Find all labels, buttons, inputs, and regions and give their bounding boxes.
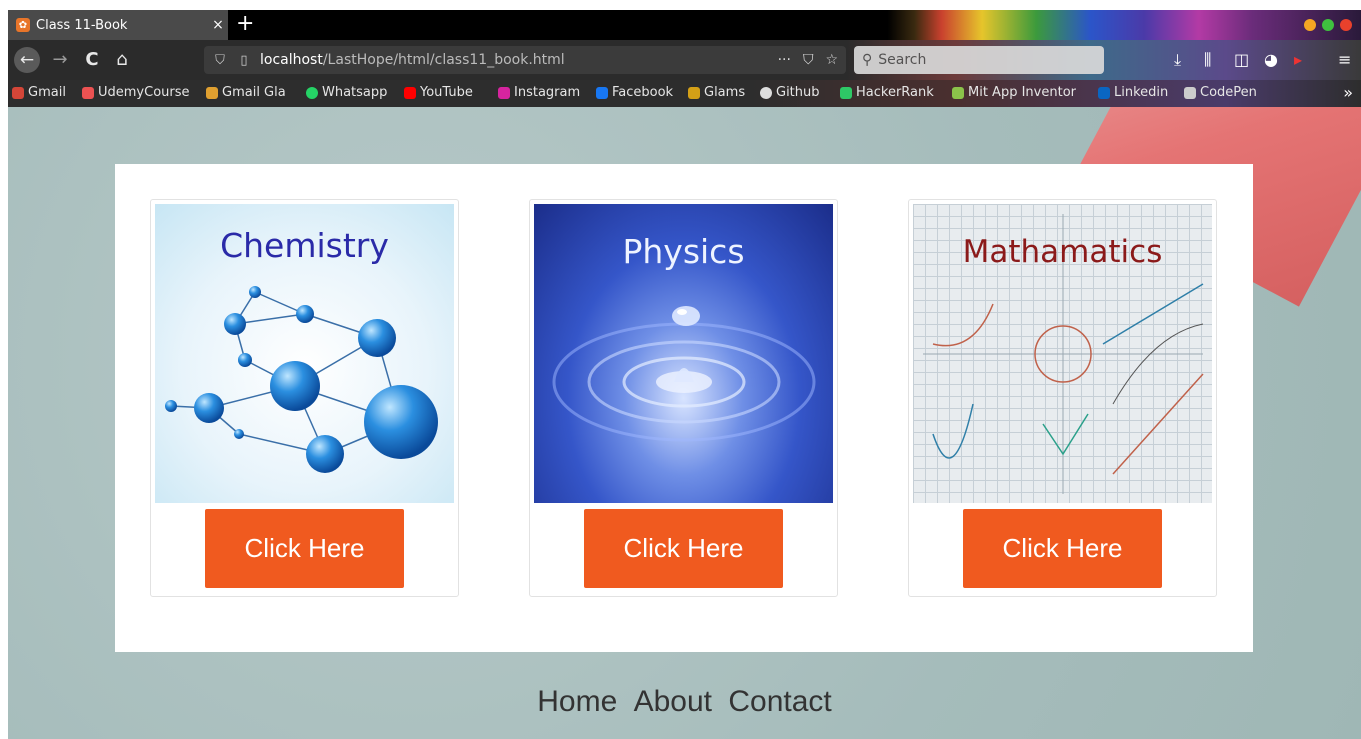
url-host: localhost: [260, 52, 323, 68]
instagram-icon: [498, 86, 510, 99]
bookmark-glams[interactable]: Glams: [688, 85, 745, 100]
maximize-button[interactable]: [1322, 19, 1334, 31]
mathematics-click-here-button[interactable]: Click Here: [963, 509, 1162, 588]
bookmark-label: Whatsapp: [322, 85, 388, 100]
nav-link-about[interactable]: About: [634, 685, 712, 718]
glams-icon: [688, 86, 700, 99]
physics-cover-image: Physics: [534, 204, 833, 503]
bookmark-label: Glams: [704, 85, 746, 100]
menu-icon[interactable]: ≡: [1338, 48, 1351, 72]
bookmark-label: Gmail Gla: [222, 85, 286, 100]
bookmark-label: UdemyCourse: [98, 85, 190, 100]
gmail-icon: [206, 86, 218, 99]
bookmark-udemycourse[interactable]: UdemyCourse: [82, 85, 190, 100]
flag-extension-icon[interactable]: ▸: [1294, 48, 1302, 72]
browser-window: ✿ Class 11-Book × + ← → C ⌂ ⛉ ▯ localhos…: [8, 10, 1361, 739]
tab-class11-book[interactable]: ✿ Class 11-Book ×: [8, 10, 228, 40]
home-button[interactable]: ⌂: [108, 48, 136, 72]
youtube-icon: [404, 86, 416, 99]
page-content: Chemistry Click Here Physics Click Here …: [8, 107, 1361, 739]
app-inventor-icon: [952, 86, 964, 99]
bookmark-label: Gmail: [28, 85, 66, 100]
bookmark-label: Linkedin: [1114, 85, 1169, 100]
footer-nav: Home About Contact: [8, 685, 1361, 719]
bookmark-label: YouTube: [420, 85, 473, 100]
books-panel: Chemistry Click Here Physics Click Here …: [115, 164, 1253, 652]
forward-button[interactable]: →: [46, 48, 74, 72]
download-icon[interactable]: ⤓: [1174, 48, 1181, 72]
bookmark-gmail-gla[interactable]: Gmail Gla: [206, 85, 286, 100]
chemistry-click-here-button[interactable]: Click Here: [205, 509, 404, 588]
extension-icon[interactable]: ◕: [1264, 48, 1278, 72]
reload-button[interactable]: C: [78, 48, 106, 72]
bookmark-mit-app-inventor[interactable]: Mit App Inventor: [952, 85, 1076, 100]
bookmark-label: Mit App Inventor: [968, 85, 1076, 100]
tab-bar: ✿ Class 11-Book × +: [8, 10, 1361, 40]
bookmark-label: CodePen: [1200, 85, 1257, 100]
nav-link-contact[interactable]: Contact: [728, 685, 831, 718]
book-card-chemistry: Chemistry Click Here: [150, 199, 459, 597]
page-icon: ▯: [240, 52, 248, 68]
gmail-icon: [12, 86, 24, 99]
search-icon: ⚲: [862, 52, 873, 68]
molecule-illustration: [165, 286, 438, 473]
card-title: Mathamatics: [962, 234, 1163, 270]
xampp-icon: ✿: [16, 18, 30, 32]
new-tab-button[interactable]: +: [236, 12, 254, 36]
nav-link-home[interactable]: Home: [537, 685, 617, 718]
bookmark-label: Github: [776, 85, 820, 100]
close-tab-icon[interactable]: ×: [208, 17, 228, 33]
bookmark-label: Facebook: [612, 85, 674, 100]
bookmark-label: HackerRank: [856, 85, 934, 100]
whatsapp-icon: [306, 86, 318, 99]
nav-bar: ← → C ⌂ ⛉ ▯ localhost/LastHope/html/clas…: [8, 40, 1361, 80]
tab-title: Class 11-Book: [36, 17, 128, 33]
close-window-button[interactable]: [1340, 19, 1352, 31]
github-icon: [760, 86, 772, 99]
minimize-button[interactable]: [1304, 19, 1316, 31]
book-card-physics: Physics Click Here: [529, 199, 838, 597]
sidebar-icon[interactable]: ◫: [1234, 48, 1249, 72]
bookmark-codepen[interactable]: CodePen: [1184, 85, 1257, 100]
udemy-icon: [82, 86, 94, 99]
facebook-icon: [596, 86, 608, 99]
bookmark-instagram[interactable]: Instagram: [498, 85, 580, 100]
hackerrank-icon: [840, 86, 852, 99]
library-icon[interactable]: ⫼: [1204, 48, 1211, 72]
bookmark-youtube[interactable]: YouTube: [404, 85, 473, 100]
codepen-icon: [1184, 86, 1196, 99]
chemistry-cover-image: Chemistry: [155, 204, 454, 503]
mathematics-cover-image: Mathamatics: [913, 204, 1212, 503]
bookmarks-bar: Gmail UdemyCourse Gmail Gla Whatsapp You…: [8, 80, 1361, 107]
bookmark-label: Instagram: [514, 85, 581, 100]
bookmark-facebook[interactable]: Facebook: [596, 85, 673, 100]
bookmark-star-icon[interactable]: ☆: [825, 52, 838, 68]
physics-click-here-button[interactable]: Click Here: [584, 509, 783, 588]
bookmark-hackerrank[interactable]: HackerRank: [840, 85, 934, 100]
book-card-mathematics: Mathamatics Click Here: [908, 199, 1217, 597]
bookmark-github[interactable]: Github: [760, 85, 820, 100]
url-path: /LastHope/html/class11_book.html: [322, 52, 565, 68]
back-button[interactable]: ←: [14, 47, 40, 73]
pocket-icon[interactable]: ⛉: [803, 52, 814, 68]
bookmark-linkedin[interactable]: Linkedin: [1098, 85, 1168, 100]
shield-icon[interactable]: ⛉: [212, 53, 228, 68]
bookmarks-overflow-button[interactable]: »: [1343, 83, 1353, 102]
bookmark-gmail[interactable]: Gmail: [12, 85, 66, 100]
url-bar[interactable]: ⛉ ▯ localhost/LastHope/html/class11_book…: [204, 46, 846, 74]
card-title: Physics: [622, 232, 745, 271]
linkedin-icon: [1098, 86, 1110, 99]
bookmark-whatsapp[interactable]: Whatsapp: [306, 85, 387, 100]
search-placeholder: Search: [878, 52, 927, 68]
search-bar[interactable]: ⚲ Search: [854, 46, 1104, 74]
page-actions-menu[interactable]: ···: [778, 52, 791, 68]
